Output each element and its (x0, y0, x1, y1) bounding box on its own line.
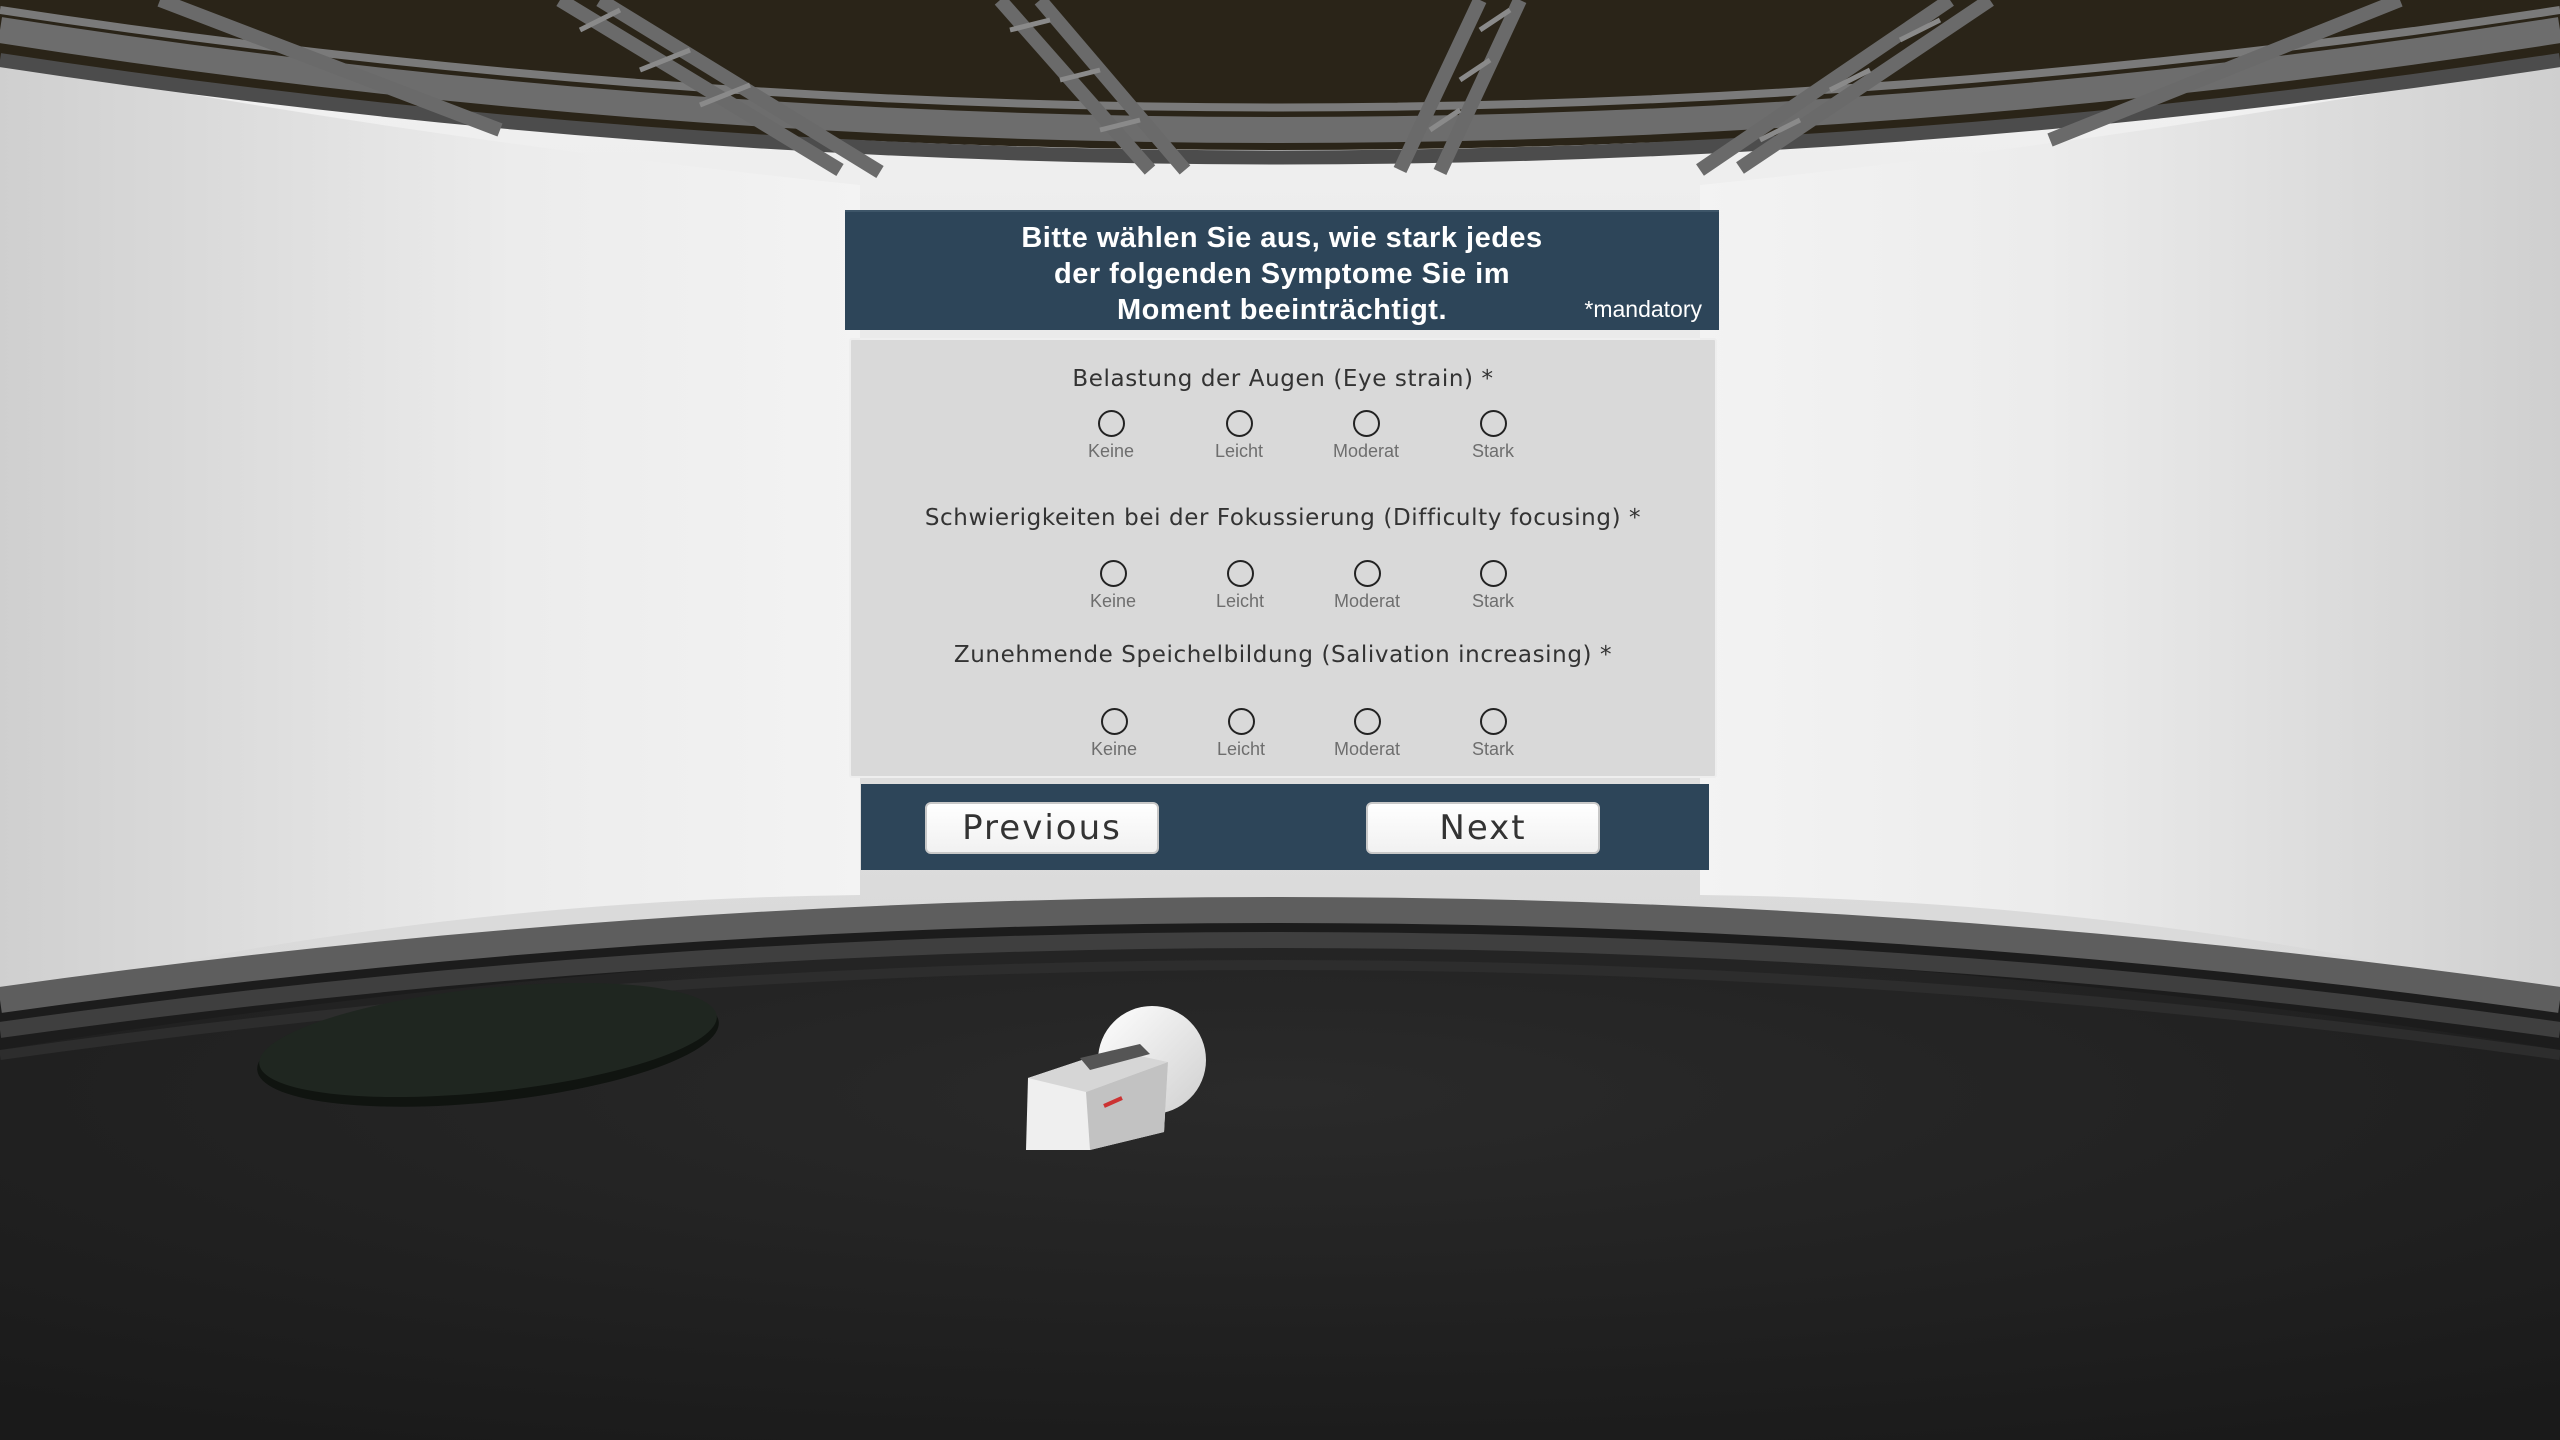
option-stark[interactable]: Stark (1438, 560, 1548, 612)
option-label: Moderat (1332, 441, 1400, 461)
option-label: Leicht (1215, 591, 1265, 611)
radio-button[interactable] (1225, 410, 1253, 437)
option-leicht[interactable]: Leicht (1184, 410, 1294, 462)
previous-button[interactable]: Previous (925, 802, 1159, 854)
option-stark[interactable]: Stark (1438, 410, 1548, 462)
option-keine[interactable]: Keine (1059, 708, 1169, 760)
question-panel: Belastung der Augen (Eye strain) * Keine… (849, 338, 1717, 778)
option-moderat[interactable]: Moderat (1312, 560, 1422, 612)
radio-button[interactable] (1352, 410, 1380, 437)
option-label: Moderat (1333, 739, 1401, 759)
question-label: Schwierigkeiten bei der Fokussierung (Di… (924, 505, 1642, 531)
question-label: Zunehmende Speichelbildung (Salivation i… (953, 642, 1613, 668)
option-label: Keine (1087, 441, 1135, 461)
option-stark[interactable]: Stark (1438, 708, 1548, 760)
radio-button[interactable] (1353, 560, 1381, 587)
radio-button[interactable] (1099, 560, 1127, 587)
option-label: Keine (1090, 739, 1138, 759)
radio-button[interactable] (1100, 708, 1128, 735)
title-line-1: Bitte wählen Sie aus, wie stark jedes (1021, 222, 1543, 254)
questionnaire-header: Bitte wählen Sie aus, wie stark jedes de… (845, 210, 1719, 330)
option-label: Keine (1089, 591, 1137, 611)
option-label: Leicht (1216, 739, 1266, 759)
radio-button[interactable] (1097, 410, 1125, 437)
radio-button[interactable] (1479, 410, 1507, 437)
radio-button[interactable] (1227, 708, 1255, 735)
radio-button[interactable] (1479, 560, 1507, 587)
option-keine[interactable]: Keine (1058, 560, 1168, 612)
question-label: Belastung der Augen (Eye strain) * (1072, 366, 1494, 392)
title-line-2: der folgenden Symptome Sie im (1053, 258, 1511, 290)
vr-scene: Bitte wählen Sie aus, wie stark jedes de… (0, 0, 2560, 1440)
option-label: Stark (1471, 441, 1514, 461)
radio-button[interactable] (1226, 560, 1254, 587)
option-leicht[interactable]: Leicht (1186, 708, 1296, 760)
radio-button[interactable] (1353, 708, 1381, 735)
navigation-bar: Previous Next (861, 784, 1709, 870)
option-moderat[interactable]: Moderat (1311, 410, 1421, 462)
option-label: Moderat (1333, 591, 1401, 611)
next-button[interactable]: Next (1366, 802, 1600, 854)
option-moderat[interactable]: Moderat (1312, 708, 1422, 760)
radio-button[interactable] (1479, 708, 1507, 735)
option-label: Stark (1471, 739, 1514, 759)
option-label: Leicht (1214, 441, 1264, 461)
option-label: Stark (1471, 591, 1514, 611)
mandatory-note: *mandatory (1584, 296, 1702, 322)
option-leicht[interactable]: Leicht (1185, 560, 1295, 612)
option-keine[interactable]: Keine (1056, 410, 1166, 462)
